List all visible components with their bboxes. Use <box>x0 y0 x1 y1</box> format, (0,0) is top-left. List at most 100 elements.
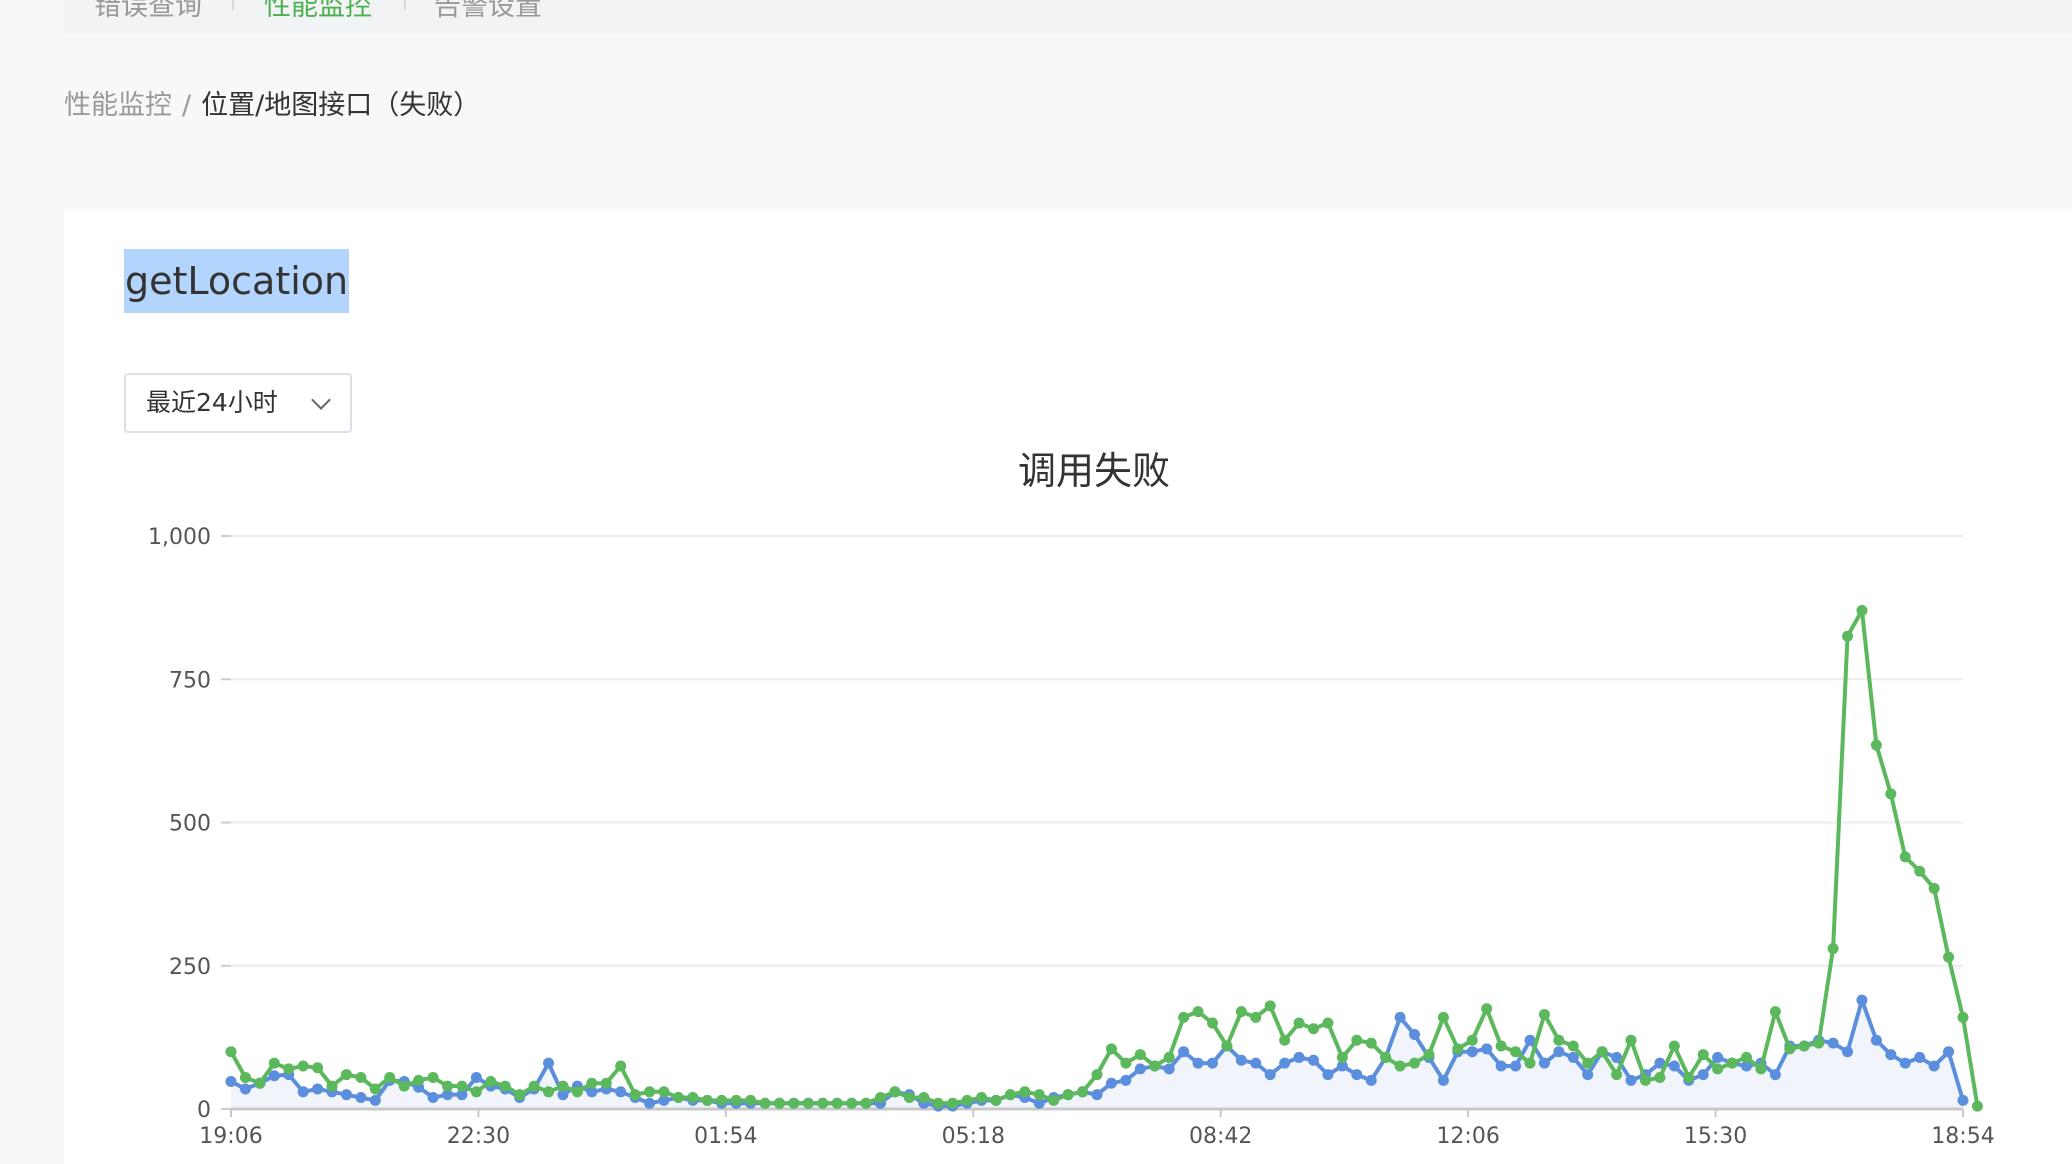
series-1-point <box>1192 1057 1204 1069</box>
series-2-point <box>1726 1057 1738 1069</box>
series-2-point <box>1409 1057 1421 1069</box>
series-2-point <box>283 1063 295 1075</box>
failure-line-chart: 调用失败 0 250 500 750 1,000 19:06 22:30 01:54 05:18… <box>148 449 1995 1149</box>
series-2-point <box>1524 1057 1536 1069</box>
y-tick-label: 500 <box>169 812 211 837</box>
series-1-point <box>1206 1057 1218 1069</box>
series-2-point <box>1033 1089 1045 1101</box>
series-2-point <box>788 1097 800 1109</box>
series-2-point <box>543 1086 555 1098</box>
nav-item-performance[interactable]: 性能监控 <box>264 0 372 23</box>
series-1-point <box>1943 1046 1955 1058</box>
series-2-point <box>1394 1060 1406 1072</box>
series-2-point <box>976 1092 988 1104</box>
series-2-point <box>716 1094 728 1106</box>
series-2-point <box>1668 1040 1680 1052</box>
series-2-point <box>1149 1060 1161 1072</box>
series-2-point <box>1380 1051 1392 1063</box>
series-2-point <box>1567 1040 1579 1052</box>
x-tick-label: 08:42 <box>1189 1124 1252 1149</box>
series-2-point <box>1466 1034 1478 1046</box>
series-2-point <box>239 1071 251 1083</box>
series-1-point <box>1322 1069 1334 1081</box>
series-1-point <box>1712 1051 1724 1063</box>
series-2-point <box>1943 951 1955 963</box>
series-1-point <box>1308 1054 1319 1066</box>
series-1-point <box>1437 1074 1449 1086</box>
series-2-point <box>745 1094 757 1106</box>
series-1-point <box>1351 1069 1363 1081</box>
series-1-point <box>1293 1051 1305 1063</box>
series-2-point <box>514 1089 526 1101</box>
series-2-point <box>1971 1100 1983 1112</box>
series-2-point <box>326 1080 338 1092</box>
series-1-point <box>470 1071 482 1083</box>
series-2-point <box>773 1097 785 1109</box>
y-tick-label: 750 <box>169 668 211 693</box>
series-2-point <box>1019 1086 1031 1098</box>
series-2-point <box>1091 1069 1103 1081</box>
series-1-point <box>355 1092 367 1104</box>
series-1-point <box>1856 994 1868 1006</box>
series-2-point <box>1452 1043 1464 1055</box>
series-2-point <box>398 1080 410 1092</box>
series-1-point <box>1134 1063 1146 1075</box>
x-tick-label: 05:18 <box>942 1124 1005 1149</box>
series-2-point <box>961 1094 973 1106</box>
series-2-point <box>1062 1089 1074 1101</box>
series-2-point <box>1755 1063 1767 1075</box>
series-1-point <box>1264 1069 1276 1081</box>
series-1-point <box>1957 1094 1969 1106</box>
series-1-point <box>1928 1060 1940 1072</box>
x-tick-label: 01:54 <box>694 1124 757 1149</box>
series-1-point <box>1769 1069 1781 1081</box>
series-1-point <box>1120 1074 1132 1086</box>
series-1-point <box>615 1086 627 1098</box>
series-2-point <box>1481 1003 1493 1015</box>
series-2-point <box>687 1092 699 1104</box>
series-2-point <box>427 1071 439 1083</box>
series-2-point <box>1683 1071 1695 1083</box>
series-2-point <box>1336 1051 1348 1063</box>
series-2-point <box>355 1071 367 1083</box>
breadcrumb: 性能监控 / 位置/地图接口（失败） <box>64 83 480 122</box>
series-2-point <box>1553 1034 1565 1046</box>
breadcrumb-parent-link[interactable]: 性能监控 <box>64 90 172 121</box>
series-1-point <box>1279 1057 1291 1069</box>
series-2-point <box>846 1097 858 1109</box>
series-1-point <box>312 1083 324 1095</box>
series-2-point <box>369 1083 381 1095</box>
series-2-point <box>990 1094 1002 1106</box>
series-2-point <box>947 1097 959 1109</box>
series-1-point <box>1914 1051 1926 1063</box>
series-2-point <box>1423 1049 1435 1061</box>
series-2-point <box>658 1086 670 1098</box>
series-2-point <box>1870 739 1882 751</box>
series-2-point <box>600 1077 612 1089</box>
series-1-point <box>644 1097 656 1109</box>
series-2-point <box>1697 1049 1709 1061</box>
series-2-point <box>528 1080 540 1092</box>
series-1-point <box>297 1086 309 1098</box>
series-2-point <box>1741 1051 1752 1063</box>
nav-item-error-query[interactable]: 错误查询 <box>94 0 202 23</box>
series-2-point <box>672 1092 684 1104</box>
series-1-point <box>1885 1049 1897 1061</box>
nav-item-alert-settings[interactable]: 告警设置 <box>434 0 542 23</box>
nav-divider <box>232 0 234 10</box>
series-2-point <box>932 1097 944 1109</box>
series-2-point <box>1077 1086 1089 1098</box>
series-2-point <box>644 1086 656 1098</box>
series-2-point <box>1596 1046 1608 1058</box>
series-1-point <box>1870 1034 1882 1046</box>
series-1-point <box>1827 1037 1839 1049</box>
series-2-point <box>860 1097 872 1109</box>
series-2-point <box>1206 1017 1218 1029</box>
series-2-point <box>1885 788 1897 800</box>
nav-divider <box>404 0 406 10</box>
series-1-point <box>1481 1043 1493 1055</box>
series-1-point <box>1495 1060 1507 1072</box>
series-2-point <box>340 1069 352 1081</box>
series-2-point <box>1178 1011 1190 1023</box>
series-1-point <box>1163 1063 1175 1075</box>
